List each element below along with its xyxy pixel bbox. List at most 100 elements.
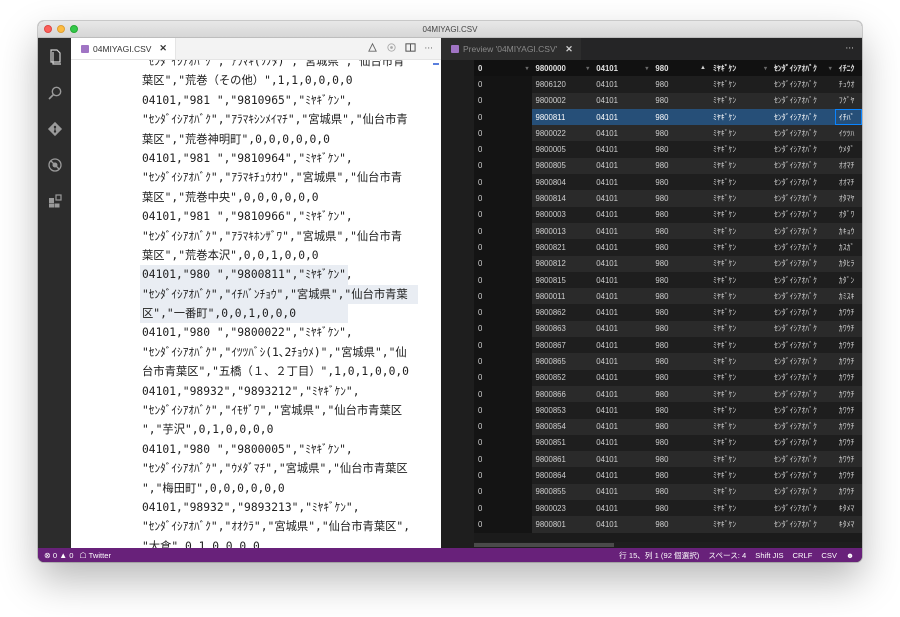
- table-cell[interactable]: ｾﾝﾀﾞｲｼｱｵﾊﾞｸ: [770, 418, 835, 435]
- table-row[interactable]: 0 9800812 04101 980 ﾐﾔｷﾞｹﾝ ｾﾝﾀﾞｲｼｱｵﾊﾞｸ ｶﾀﾋﾗ: [474, 255, 862, 272]
- table-cell[interactable]: 9800866: [531, 385, 593, 403]
- column-header[interactable]: ﾐﾔｷﾞｹﾝ ▾: [708, 60, 771, 77]
- table-cell[interactable]: 04101: [592, 222, 652, 240]
- table-cell[interactable]: ｶﾀﾞﾝ: [834, 271, 862, 289]
- table-cell[interactable]: 980: [651, 222, 709, 240]
- files-icon[interactable]: [44, 46, 66, 68]
- table-cell[interactable]: ｶﾜｳﾁ: [834, 369, 862, 386]
- table-row[interactable]: 0 9800864 04101 980 ﾐﾔｷﾞｹﾝ ｾﾝﾀﾞｲｼｱｵﾊﾞｸ ｶﾜｳﾁ: [474, 467, 862, 484]
- more-actions-button[interactable]: ···: [424, 44, 433, 54]
- table-cell[interactable]: 0: [474, 125, 532, 142]
- table-cell[interactable]: 04101: [592, 190, 652, 207]
- table-cell[interactable]: 9800812: [531, 255, 593, 272]
- table-cell[interactable]: 980: [651, 516, 709, 533]
- table-cell[interactable]: ﾐﾔｷﾞｹﾝ: [708, 174, 771, 191]
- table-row[interactable]: 0 9800867 04101 980 ﾐﾔｷﾞｹﾝ ｾﾝﾀﾞｲｼｱｵﾊﾞｸ ｶﾜｳﾁ: [474, 337, 862, 354]
- table-cell[interactable]: ﾐﾔｷﾞｹﾝ: [708, 500, 771, 517]
- table-cell[interactable]: 9800851: [531, 434, 593, 452]
- table-cell[interactable]: ｾﾝﾀﾞｲｼｱｵﾊﾞｸ: [770, 76, 835, 93]
- column-header[interactable]: 0 ▾: [474, 60, 532, 77]
- table-cell[interactable]: 04101: [592, 418, 652, 435]
- minimize-window-button[interactable]: [57, 25, 65, 33]
- table-cell[interactable]: ｵｵﾏﾁ: [834, 157, 862, 175]
- table-cell[interactable]: 04101: [592, 320, 652, 338]
- table-cell[interactable]: ｶﾜｳﾁ: [834, 353, 862, 370]
- debug-icon[interactable]: [44, 154, 66, 176]
- table-cell[interactable]: ｵｵﾏﾁ: [834, 174, 862, 191]
- table-cell[interactable]: ｵﾀﾏﾔ: [834, 190, 862, 207]
- table-cell[interactable]: 980: [651, 304, 709, 321]
- table-cell[interactable]: 0: [474, 174, 532, 191]
- sort-icon[interactable]: ▾: [525, 65, 528, 72]
- table-cell[interactable]: 0: [474, 255, 532, 272]
- table-row[interactable]: 0 9800804 04101 980 ﾐﾔｷﾞｹﾝ ｾﾝﾀﾞｲｼｱｵﾊﾞｸ ｵｵﾏﾁ: [474, 174, 862, 191]
- table-cell[interactable]: 980: [651, 483, 709, 501]
- table-cell[interactable]: 980: [651, 451, 709, 468]
- table-cell[interactable]: ﾐﾔｷﾞｹﾝ: [708, 271, 771, 289]
- table-cell[interactable]: ﾐﾔｷﾞｹﾝ: [708, 288, 771, 305]
- table-cell[interactable]: ﾐﾔｷﾞｹﾝ: [708, 434, 771, 452]
- table-row[interactable]: 0 9800821 04101 980 ﾐﾔｷﾞｹﾝ ｾﾝﾀﾞｲｼｱｵﾊﾞｸ ｶｽｶﾞ: [474, 239, 862, 256]
- table-cell[interactable]: 9800013: [531, 222, 593, 240]
- table-row[interactable]: 0 9800011 04101 980 ﾐﾔｷﾞｹﾝ ｾﾝﾀﾞｲｼｱｵﾊﾞｸ ｶﾐｽｷ: [474, 288, 862, 305]
- table-cell[interactable]: ｾﾝﾀﾞｲｼｱｵﾊﾞｸ: [770, 500, 835, 517]
- table-cell[interactable]: 0: [474, 353, 532, 370]
- extensions-icon[interactable]: [44, 190, 66, 212]
- table-cell[interactable]: 980: [651, 418, 709, 435]
- close-tab-icon[interactable]: ✕: [565, 44, 573, 55]
- table-cell[interactable]: ｾﾝﾀﾞｲｼｱｵﾊﾞｸ: [770, 304, 835, 321]
- table-cell[interactable]: 04101: [592, 434, 652, 452]
- table-cell[interactable]: ｶｽｶﾞ: [834, 239, 862, 256]
- table-cell[interactable]: 0: [474, 385, 532, 403]
- table-cell[interactable]: ｶﾜｳﾁ: [834, 483, 862, 501]
- table-cell[interactable]: 04101: [592, 369, 652, 386]
- open-changes-icon[interactable]: [367, 42, 378, 56]
- table-cell[interactable]: 0: [474, 288, 532, 305]
- table-cell[interactable]: 980: [651, 500, 709, 517]
- encoding-setting[interactable]: Shift JIS: [755, 551, 783, 560]
- scrollbar-thumb[interactable]: [474, 543, 614, 547]
- table-cell[interactable]: 04101: [592, 239, 652, 256]
- table-cell[interactable]: ｳﾒﾀﾞ: [834, 141, 862, 158]
- table-cell[interactable]: 9800855: [531, 483, 593, 501]
- table-row[interactable]: 0 9800002 04101 980 ﾐﾔｷﾞｹﾝ ｾﾝﾀﾞｲｼｱｵﾊﾞｸ ﾌｸﾞﾔ: [474, 92, 862, 109]
- table-cell[interactable]: 980: [651, 369, 709, 386]
- tab-preview-04miyagi-csv[interactable]: Preview '04MIYAGI.CSV' ✕: [441, 38, 581, 60]
- table-cell[interactable]: ｾﾝﾀﾞｲｼｱｵﾊﾞｸ: [770, 239, 835, 256]
- table-cell[interactable]: ｷﾀﾒﾏ: [834, 516, 862, 533]
- table-cell[interactable]: ﾐﾔｷﾞｹﾝ: [708, 320, 771, 338]
- table-cell[interactable]: 980: [651, 320, 709, 338]
- table-cell[interactable]: ｶﾜｳﾁ: [834, 434, 862, 452]
- table-row[interactable]: 0 9800862 04101 980 ﾐﾔｷﾞｹﾝ ｾﾝﾀﾞｲｼｱｵﾊﾞｸ ｶﾜｳﾁ: [474, 304, 862, 321]
- table-cell[interactable]: ｾﾝﾀﾞｲｼｱｵﾊﾞｸ: [770, 369, 835, 386]
- sort-icon[interactable]: ▾: [829, 65, 832, 72]
- table-cell[interactable]: 0: [474, 500, 532, 517]
- table-cell[interactable]: 0: [474, 92, 532, 109]
- table-cell[interactable]: 0: [474, 222, 532, 240]
- table-row[interactable]: 0 9800814 04101 980 ﾐﾔｷﾞｹﾝ ｾﾝﾀﾞｲｼｱｵﾊﾞｸ ｵﾀﾏﾔ: [474, 190, 862, 207]
- table-cell[interactable]: 04101: [592, 125, 652, 142]
- table-cell[interactable]: 9800815: [531, 271, 593, 289]
- cursor-position[interactable]: 行 15、列 1 (92 個選択): [619, 550, 699, 561]
- table-cell[interactable]: ﾐﾔｷﾞｹﾝ: [708, 222, 771, 240]
- table-cell[interactable]: 0: [474, 304, 532, 321]
- table-cell[interactable]: ｾﾝﾀﾞｲｼｱｵﾊﾞｸ: [770, 222, 835, 240]
- table-cell[interactable]: ｾﾝﾀﾞｲｼｱｵﾊﾞｸ: [770, 271, 835, 289]
- table-cell[interactable]: ﾐﾔｷﾞｹﾝ: [708, 516, 771, 533]
- table-cell[interactable]: ｾﾝﾀﾞｲｼｱｵﾊﾞｸ: [770, 385, 835, 403]
- indentation-setting[interactable]: スペース: 4: [708, 550, 746, 561]
- table-cell[interactable]: 980: [651, 288, 709, 305]
- table-row[interactable]: 0 9800801 04101 980 ﾐﾔｷﾞｹﾝ ｾﾝﾀﾞｲｼｱｵﾊﾞｸ ｷﾀﾒﾏ: [474, 516, 862, 533]
- more-actions-button[interactable]: ···: [845, 38, 862, 60]
- table-cell[interactable]: ﾐﾔｷﾞｹﾝ: [708, 239, 771, 256]
- table-cell[interactable]: 9800811: [531, 108, 593, 126]
- table-cell[interactable]: ﾐﾔｷﾞｹﾝ: [708, 337, 771, 354]
- table-cell[interactable]: ｾﾝﾀﾞｲｼｱｵﾊﾞｸ: [770, 288, 835, 305]
- table-cell[interactable]: ﾁｭｳｵ: [834, 76, 862, 93]
- table-cell[interactable]: 0: [474, 190, 532, 207]
- table-cell[interactable]: 980: [651, 125, 709, 142]
- table-cell[interactable]: 9800854: [531, 418, 593, 435]
- table-cell[interactable]: ﾌｸﾞﾔ: [834, 92, 862, 109]
- zoom-window-button[interactable]: [70, 25, 78, 33]
- table-cell[interactable]: 9800863: [531, 320, 593, 338]
